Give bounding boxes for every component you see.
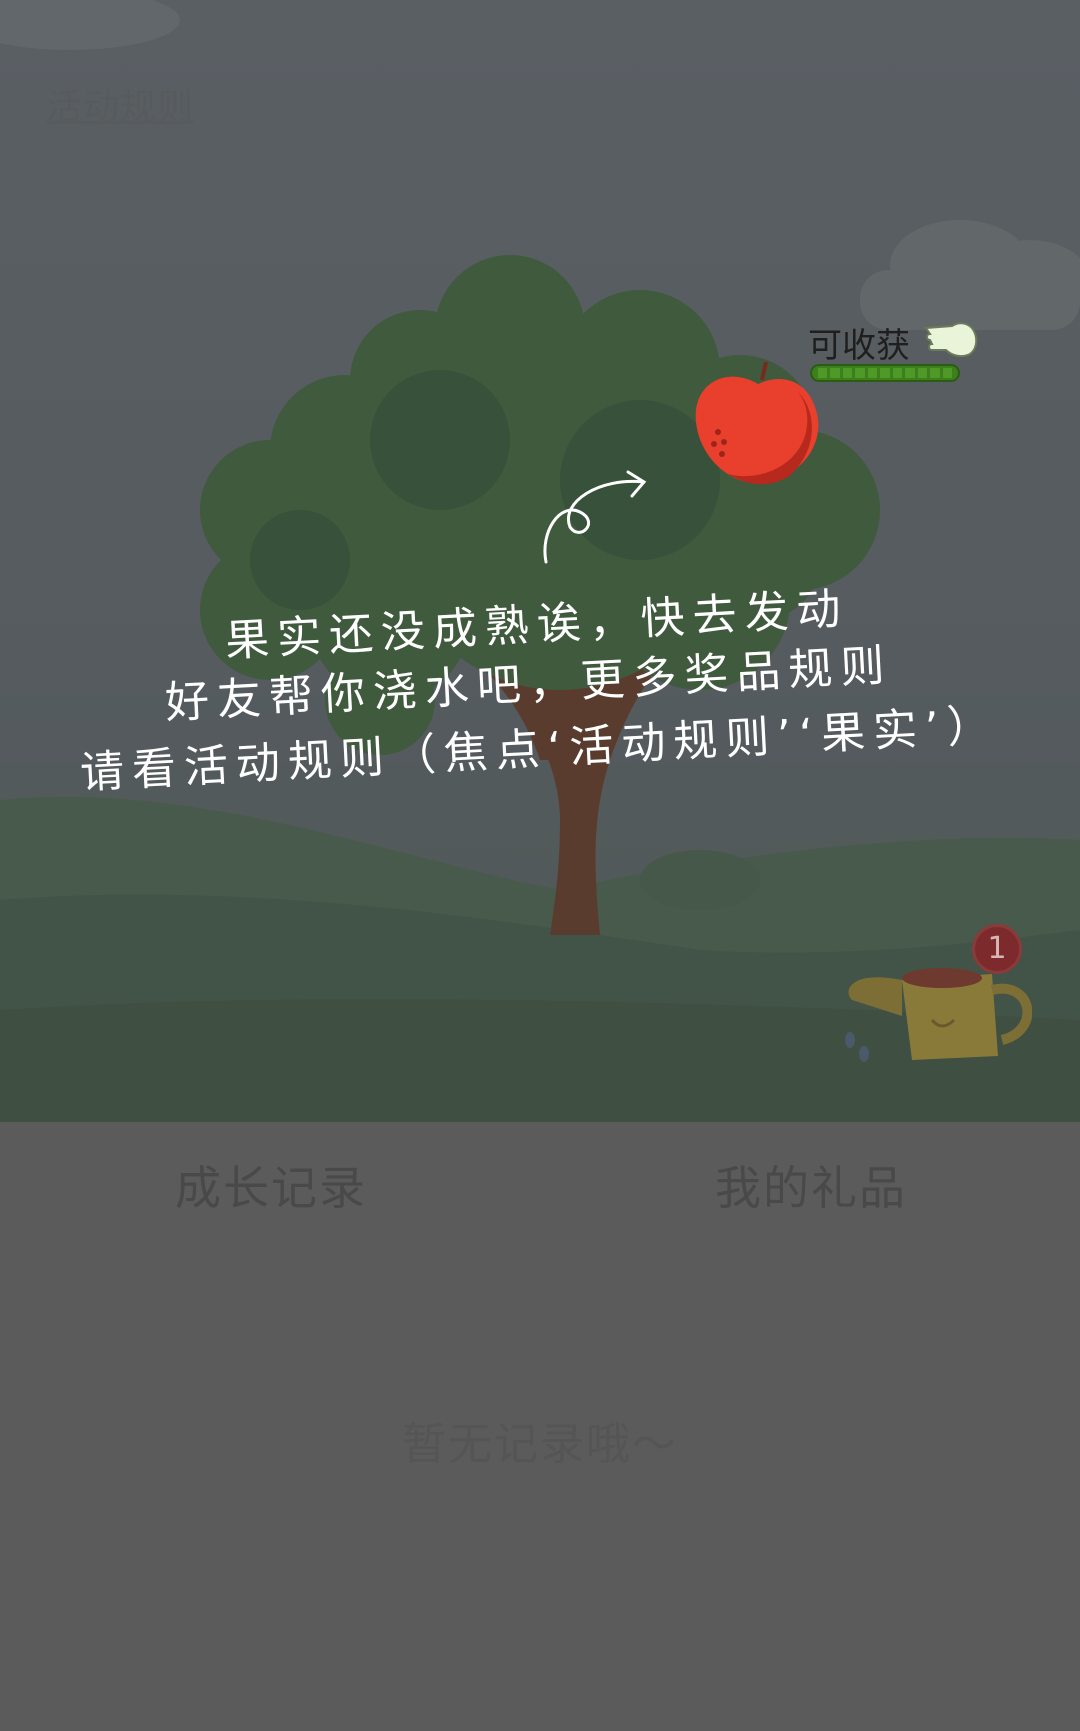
tab-growth-records[interactable]: 成长记录 [175, 1152, 367, 1218]
watering-count-badge: 1 [972, 924, 1022, 974]
ripeness-progress-bar [810, 364, 960, 382]
pointing-hand-icon [924, 322, 978, 358]
empty-records-text: 暂无记录哦～ [402, 1419, 678, 1470]
farm-scene: 活动规则 可收获 1 果实还没成熟诶，快去发动 好友帮你浇水吧，更多奖品规则 请… [0, 0, 1080, 1122]
curved-arrow-icon [543, 470, 647, 564]
apple-icon[interactable] [688, 362, 828, 492]
harvest-label: 可收获 [808, 326, 910, 366]
tab-my-gifts[interactable]: 我的礼品 [715, 1152, 907, 1218]
activity-rules-link[interactable]: 活动规则 [46, 78, 194, 130]
